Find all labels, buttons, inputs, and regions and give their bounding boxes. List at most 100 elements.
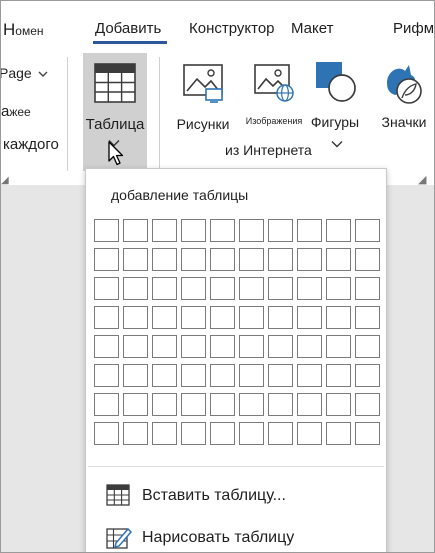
table-icon <box>94 63 136 103</box>
grid-cell[interactable] <box>355 306 380 329</box>
grid-cell[interactable] <box>297 422 322 445</box>
page-button[interactable]: Page <box>1 65 48 81</box>
grid-cell[interactable] <box>210 306 235 329</box>
grid-cell[interactable] <box>326 248 351 271</box>
shapes-icon <box>316 62 356 102</box>
grid-cell[interactable] <box>239 306 264 329</box>
insert-table-menu-item[interactable]: Вставить таблицу... <box>86 478 386 512</box>
grid-cell[interactable] <box>355 219 380 242</box>
grid-cell[interactable] <box>239 393 264 416</box>
grid-cell[interactable] <box>152 248 177 271</box>
tab-design[interactable]: Конструктор <box>189 20 275 37</box>
grid-cell[interactable] <box>210 277 235 300</box>
shapes-button[interactable]: Фигуры <box>307 61 363 130</box>
grid-cell[interactable] <box>355 335 380 358</box>
grid-cell[interactable] <box>297 393 322 416</box>
grid-cell[interactable] <box>326 393 351 416</box>
grid-cell[interactable] <box>297 219 322 242</box>
grid-cell[interactable] <box>210 335 235 358</box>
grid-cell[interactable] <box>181 422 206 445</box>
grid-cell[interactable] <box>210 393 235 416</box>
grid-cell[interactable] <box>152 335 177 358</box>
grid-cell[interactable] <box>268 364 293 387</box>
grid-cell[interactable] <box>297 364 322 387</box>
grid-cell[interactable] <box>326 335 351 358</box>
grid-cell[interactable] <box>297 306 322 329</box>
grid-cell[interactable] <box>355 393 380 416</box>
grid-cell[interactable] <box>94 393 119 416</box>
grid-cell[interactable] <box>181 219 206 242</box>
grid-cell[interactable] <box>239 248 264 271</box>
grid-cell[interactable] <box>297 335 322 358</box>
each-page-button[interactable]: каждого <box>3 136 59 153</box>
tab-home[interactable]: Номен <box>3 20 44 40</box>
grid-cell[interactable] <box>181 393 206 416</box>
grid-cell[interactable] <box>152 422 177 445</box>
grid-cell[interactable] <box>239 335 264 358</box>
grid-cell[interactable] <box>268 277 293 300</box>
grid-cell[interactable] <box>181 335 206 358</box>
table-button-label: Таблица <box>85 116 145 133</box>
tab-layout[interactable]: Макет <box>291 20 333 37</box>
grid-cell[interactable] <box>210 219 235 242</box>
grid-cell[interactable] <box>181 364 206 387</box>
grid-cell[interactable] <box>94 277 119 300</box>
grid-cell[interactable] <box>181 306 206 329</box>
grid-cell[interactable] <box>239 422 264 445</box>
grid-cell[interactable] <box>326 306 351 329</box>
grid-cell[interactable] <box>326 364 351 387</box>
icons-button[interactable]: Значки <box>373 61 434 130</box>
grid-cell[interactable] <box>94 219 119 242</box>
grid-cell[interactable] <box>210 364 235 387</box>
tab-references[interactable]: Рифм <box>393 20 434 37</box>
grid-cell[interactable] <box>326 422 351 445</box>
grid-cell[interactable] <box>123 364 148 387</box>
grid-cell[interactable] <box>297 248 322 271</box>
grid-cell[interactable] <box>239 364 264 387</box>
grid-cell[interactable] <box>152 393 177 416</box>
grid-cell[interactable] <box>268 306 293 329</box>
grid-cell[interactable] <box>268 422 293 445</box>
grid-cell[interactable] <box>181 248 206 271</box>
grid-cell[interactable] <box>123 277 148 300</box>
grid-cell[interactable] <box>123 335 148 358</box>
grid-cell[interactable] <box>94 364 119 387</box>
grid-cell[interactable] <box>181 277 206 300</box>
grid-cell[interactable] <box>123 422 148 445</box>
grid-cell[interactable] <box>94 422 119 445</box>
grid-cell[interactable] <box>355 364 380 387</box>
dropdown-separator <box>88 466 384 467</box>
icons-label: Значки <box>381 114 427 130</box>
draw-table-menu-item[interactable]: Нарисовать таблицу <box>86 520 386 552</box>
grid-cell[interactable] <box>94 335 119 358</box>
grid-cell[interactable] <box>152 364 177 387</box>
draw-table-label: Нарисовать таблицу <box>142 529 295 546</box>
grid-cell[interactable] <box>355 277 380 300</box>
grid-cell[interactable] <box>268 219 293 242</box>
grid-cell[interactable] <box>326 219 351 242</box>
grid-cell[interactable] <box>123 248 148 271</box>
grid-cell[interactable] <box>239 277 264 300</box>
grid-cell[interactable] <box>210 422 235 445</box>
grid-cell[interactable] <box>355 248 380 271</box>
grid-cell[interactable] <box>123 306 148 329</box>
grid-cell[interactable] <box>152 306 177 329</box>
grid-cell[interactable] <box>123 393 148 416</box>
grid-cell[interactable] <box>268 335 293 358</box>
chevron-down-icon[interactable] <box>331 140 343 148</box>
grid-cell[interactable] <box>326 277 351 300</box>
grid-cell[interactable] <box>123 219 148 242</box>
grid-cell[interactable] <box>94 248 119 271</box>
grid-cell[interactable] <box>268 248 293 271</box>
grid-cell[interactable] <box>239 219 264 242</box>
tab-insert[interactable]: Добавить <box>95 20 161 37</box>
grid-cell[interactable] <box>152 219 177 242</box>
pictures-button[interactable]: Рисунки <box>171 63 235 132</box>
grid-cell[interactable] <box>297 277 322 300</box>
grid-cell[interactable] <box>210 248 235 271</box>
grid-cell[interactable] <box>355 422 380 445</box>
online-pictures-button[interactable]: Изображения <box>245 63 303 126</box>
grid-cell[interactable] <box>94 306 119 329</box>
grid-cell[interactable] <box>268 393 293 416</box>
grid-cell[interactable] <box>152 277 177 300</box>
